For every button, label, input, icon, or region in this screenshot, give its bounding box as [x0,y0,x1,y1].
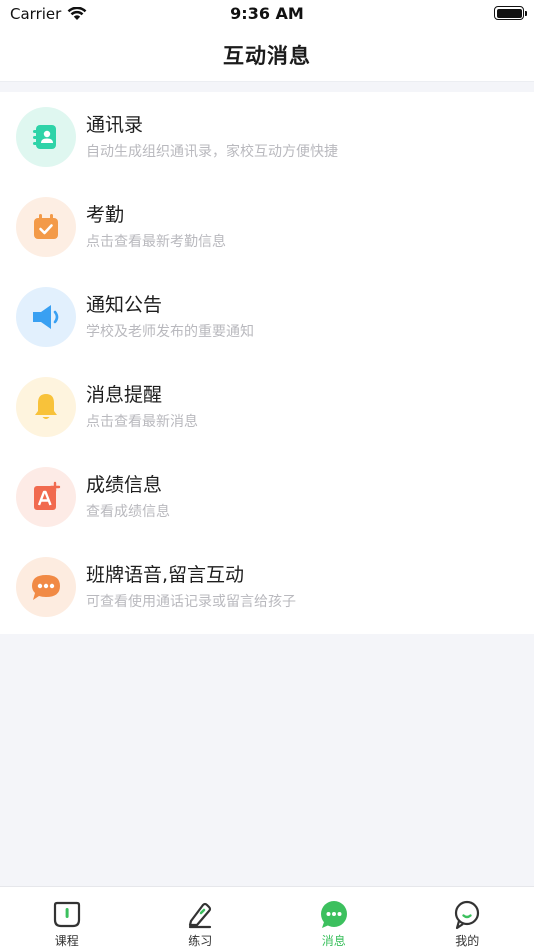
tab-course[interactable]: 课程 [0,887,134,950]
status-bar: Carrier 9:36 AM [0,0,534,28]
pencil-icon [184,900,216,930]
grade-icon [16,467,76,527]
menu-item-subtitle: 可查看使用通话记录或留言给孩子 [86,594,296,610]
menu-item-voice-messages[interactable]: 班牌语音,留言互动 可查看使用通话记录或留言给孩子 [0,542,534,632]
menu-item-subtitle: 点击查看最新消息 [86,414,198,430]
tab-label: 练习 [188,934,213,948]
menu-item-reminders[interactable]: 消息提醒 点击查看最新消息 [0,362,534,452]
profile-icon [451,900,483,930]
menu-item-title: 通讯录 [86,114,144,136]
menu-item-grades[interactable]: 成绩信息 查看成绩信息 [0,452,534,542]
tab-profile[interactable]: 我的 [401,887,534,950]
menu-item-title: 成绩信息 [86,474,163,496]
menu-item-title: 班牌语音,留言互动 [86,564,245,586]
speaker-icon [16,287,76,347]
menu-item-subtitle: 查看成绩信息 [86,504,170,520]
tab-messages[interactable]: 消息 [267,887,401,950]
tab-label: 消息 [321,934,346,948]
course-icon [51,900,83,930]
menu-item-title: 考勤 [86,204,125,226]
bell-icon [16,377,76,437]
tab-practice[interactable]: 练习 [134,887,268,950]
menu-item-subtitle: 点击查看最新考勤信息 [86,234,226,250]
calendar-check-icon [16,197,76,257]
menu-item-subtitle: 学校及老师发布的重要通知 [86,324,254,340]
menu-item-subtitle: 自动生成组织通讯录，家校互动方便快捷 [86,144,338,160]
navigation-bar: 互动消息 [0,28,534,82]
tab-label: 我的 [455,934,480,948]
menu-item-contacts[interactable]: 通讯录 自动生成组织通讯录，家校互动方便快捷 [0,92,534,182]
contacts-icon [16,107,76,167]
tab-label: 课程 [54,934,79,948]
menu-item-attendance[interactable]: 考勤 点击查看最新考勤信息 [0,182,534,272]
menu-item-title: 消息提醒 [86,384,163,406]
page-title: 互动消息 [223,43,311,68]
menu-item-notices[interactable]: 通知公告 学校及老师发布的重要通知 [0,272,534,362]
message-icon [318,900,350,930]
message-menu-list: 通讯录 自动生成组织通讯录，家校互动方便快捷 考勤 点击查看最新考勤信息 通知公… [0,92,534,634]
battery-icon [494,6,527,20]
menu-item-title: 通知公告 [86,294,163,316]
bottom-tab-bar: 课程 练习 消息 我的 [0,886,534,950]
chat-bubble-icon [16,557,76,617]
status-time: 9:36 AM [230,4,304,23]
